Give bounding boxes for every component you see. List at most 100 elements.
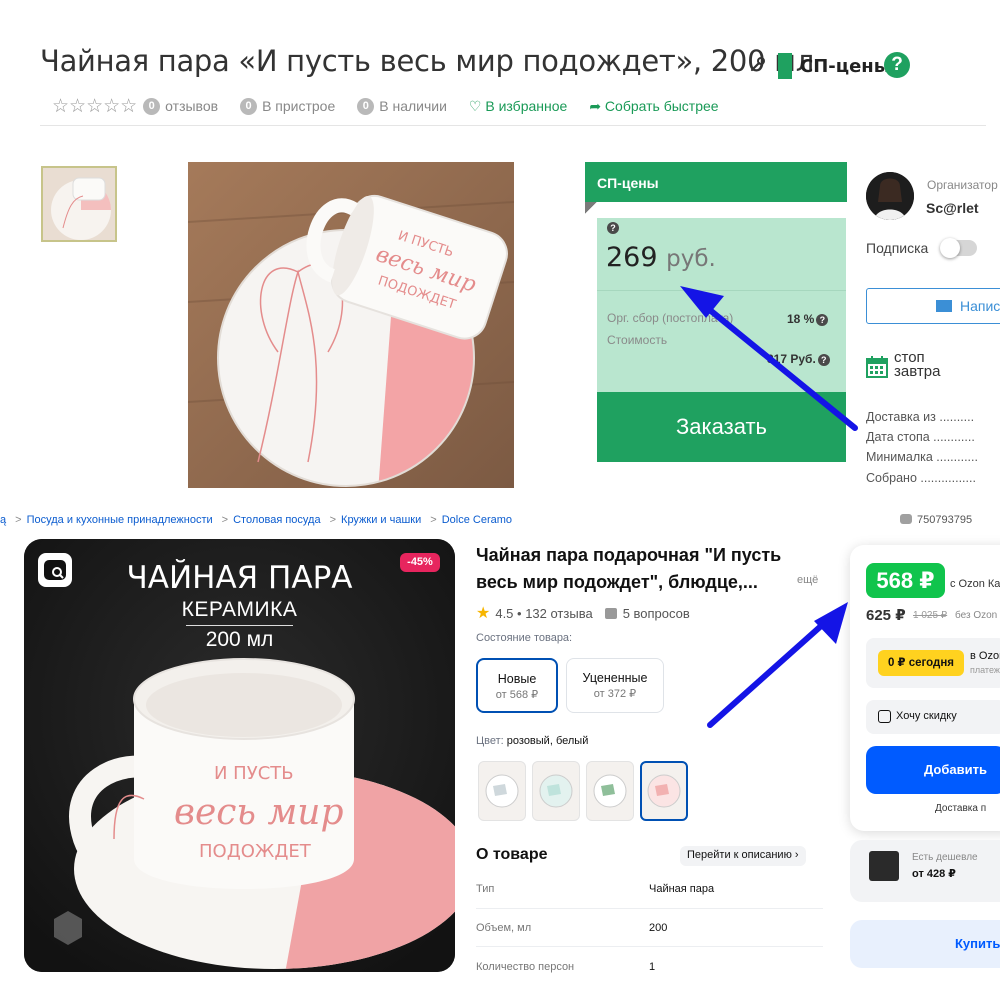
promo-subtitle: КЕРАМИКА xyxy=(181,598,298,621)
condition-used-price: от 372 ₽ xyxy=(593,688,637,700)
swatch-image xyxy=(647,774,681,808)
attach-label: В пристрое xyxy=(262,98,336,114)
condition-new[interactable]: Новые от 568 ₽ xyxy=(476,658,558,713)
title-more-link[interactable]: ещё xyxy=(797,574,818,586)
go-to-description-link[interactable]: Перейти к описанию › xyxy=(680,846,806,866)
product-thumbnail[interactable] xyxy=(41,166,117,242)
ozon-product-title: Чайная пара подарочная "И пусть весь мир… xyxy=(476,545,782,592)
sp-badge-label: СП-цены xyxy=(800,55,891,77)
order-button[interactable]: Заказать xyxy=(597,392,846,462)
breadcrumb-separator: > xyxy=(15,514,22,526)
discount-icon xyxy=(878,710,891,723)
spec-key: Объем, мл xyxy=(476,922,532,934)
questions-icon xyxy=(604,607,617,619)
header-divider xyxy=(40,125,986,126)
org-fee-value: 18 %? xyxy=(787,312,829,326)
star-icon: ★ xyxy=(476,605,491,622)
stop-deadline: стоп завтра xyxy=(894,350,940,379)
cost-amount: 317 Руб. xyxy=(767,352,816,366)
price-separator xyxy=(597,290,846,291)
arrow-to-ozon-price-icon xyxy=(707,602,848,728)
info-minimum: Минималка ............ xyxy=(866,450,978,464)
price-box-header: СП-цены xyxy=(585,162,847,202)
subscribe-label: Подписка xyxy=(866,240,929,256)
favorites-link[interactable]: ♡ В избранное xyxy=(469,98,567,115)
copy-icon xyxy=(900,514,912,524)
color-swatch[interactable] xyxy=(586,761,634,821)
wrench-icon[interactable] xyxy=(750,56,766,72)
spec-value[interactable]: Чайная пара xyxy=(649,883,714,895)
breadcrumb-lead[interactable]: ą xyxy=(0,514,6,526)
spec-key: Тип xyxy=(476,883,495,895)
organizer-avatar[interactable] xyxy=(866,172,914,220)
price-help-icon[interactable]: ? xyxy=(607,222,619,234)
article-value: 750793795 xyxy=(917,514,973,526)
info-collected: Собрано ................ xyxy=(866,471,976,485)
organizer-title: Организатор xyxy=(927,178,998,192)
thumbnail-image xyxy=(43,168,115,240)
color-swatch-selected[interactable] xyxy=(640,761,688,821)
collect-faster-link[interactable]: ➦ Собрать быстрее xyxy=(589,98,718,115)
reviews-label: отзывов xyxy=(165,98,219,114)
cost-help-icon[interactable]: ? xyxy=(817,353,830,366)
want-discount-button[interactable]: Хочу скидку xyxy=(866,700,1000,734)
cost-label: Стоимость xyxy=(607,333,668,347)
sp-badge-bar xyxy=(778,53,792,79)
help-icon[interactable]: ? xyxy=(884,52,910,78)
reviews-count: 0 xyxy=(143,97,161,115)
reviews-link[interactable]: 0 отзывов xyxy=(143,97,219,115)
add-to-cart-button[interactable]: Добавить xyxy=(866,746,1000,794)
breadcrumb-item[interactable]: Посуда и кухонные принадлежности xyxy=(27,514,213,526)
cheaper-offer-price: от 428 ₽ xyxy=(912,868,956,880)
color-swatch[interactable] xyxy=(478,761,526,821)
product-photo[interactable]: И ПУСТЬ весь мир ПОДОЖДЕТ xyxy=(188,162,514,488)
buy-now-button[interactable]: Купить xyxy=(850,920,1000,968)
spec-divider xyxy=(476,908,823,909)
cheaper-offer-text: Есть дешевле xyxy=(912,852,978,863)
rating-row[interactable]: ★ 4.5 • 132 отзыва 5 вопросов xyxy=(476,603,690,623)
breadcrumb-item[interactable]: Кружки и чашки xyxy=(341,514,421,526)
spec-value: 200 xyxy=(649,922,668,934)
spec-key: Количество персон xyxy=(476,961,575,973)
price-value: 269 руб. xyxy=(606,242,716,273)
attach-link[interactable]: 0В пристрое xyxy=(240,97,336,115)
breadcrumb-item[interactable]: Dolce Ceramo xyxy=(442,514,512,526)
toggle-knob xyxy=(940,238,960,258)
article-number[interactable]: 750793795 xyxy=(900,514,972,526)
envelope-icon xyxy=(936,300,952,312)
subscribe-toggle[interactable] xyxy=(940,238,977,258)
breadcrumb: ą > Посуда и кухонные принадлежности > С… xyxy=(0,514,516,526)
breadcrumb-item[interactable]: Столовая посуда xyxy=(233,514,321,526)
org-fee-label: Орг. сбор (постоплата) xyxy=(607,311,734,325)
regular-price: 625 ₽ xyxy=(866,607,906,624)
breadcrumb-separator: > xyxy=(430,514,437,526)
cup-text-2: весь мир xyxy=(174,792,344,833)
stock-link[interactable]: 0В наличии xyxy=(357,97,447,115)
without-card-label: без Ozon Карты xyxy=(955,610,1000,621)
installment-sub: платежи xyxy=(970,665,1000,675)
info-stop-date: Дата стопа ............ xyxy=(866,430,975,444)
org-fee-help-icon[interactable]: ? xyxy=(816,313,829,326)
org-fee-amount: 18 % xyxy=(787,312,815,326)
price-box-fold xyxy=(585,202,597,214)
avatar-image xyxy=(866,172,914,220)
color-label: Цвет: розовый, белый xyxy=(476,735,588,747)
organizer-name[interactable]: Sc@rlet xyxy=(926,200,979,216)
color-swatch[interactable] xyxy=(532,761,580,821)
price-amount: 269 xyxy=(606,242,658,273)
ozon-card-price-label: с Ozon Картой xyxy=(950,578,1000,590)
spec-divider xyxy=(476,946,823,947)
cup-text-3: ПОДОЖДЕТ xyxy=(199,841,312,862)
calendar-icon xyxy=(866,356,888,378)
rating-stars-icon[interactable]: ☆☆☆☆☆ xyxy=(52,95,137,118)
stock-count: 0 xyxy=(357,97,375,115)
product-photo-image: И ПУСТЬ весь мир ПОДОЖДЕТ xyxy=(188,162,514,488)
promo-volume: 200 мл xyxy=(205,628,274,651)
condition-used[interactable]: Уцененные от 372 ₽ xyxy=(566,658,664,713)
write-message-button[interactable]: Написать xyxy=(866,288,1000,324)
promo-title: ЧАЙНАЯ ПАРА xyxy=(126,560,353,596)
swatch-image xyxy=(539,774,573,808)
info-delivery-from: Доставка из .......... xyxy=(866,410,975,424)
promo-divider xyxy=(186,625,293,626)
write-message-label: Написать xyxy=(960,298,1000,314)
